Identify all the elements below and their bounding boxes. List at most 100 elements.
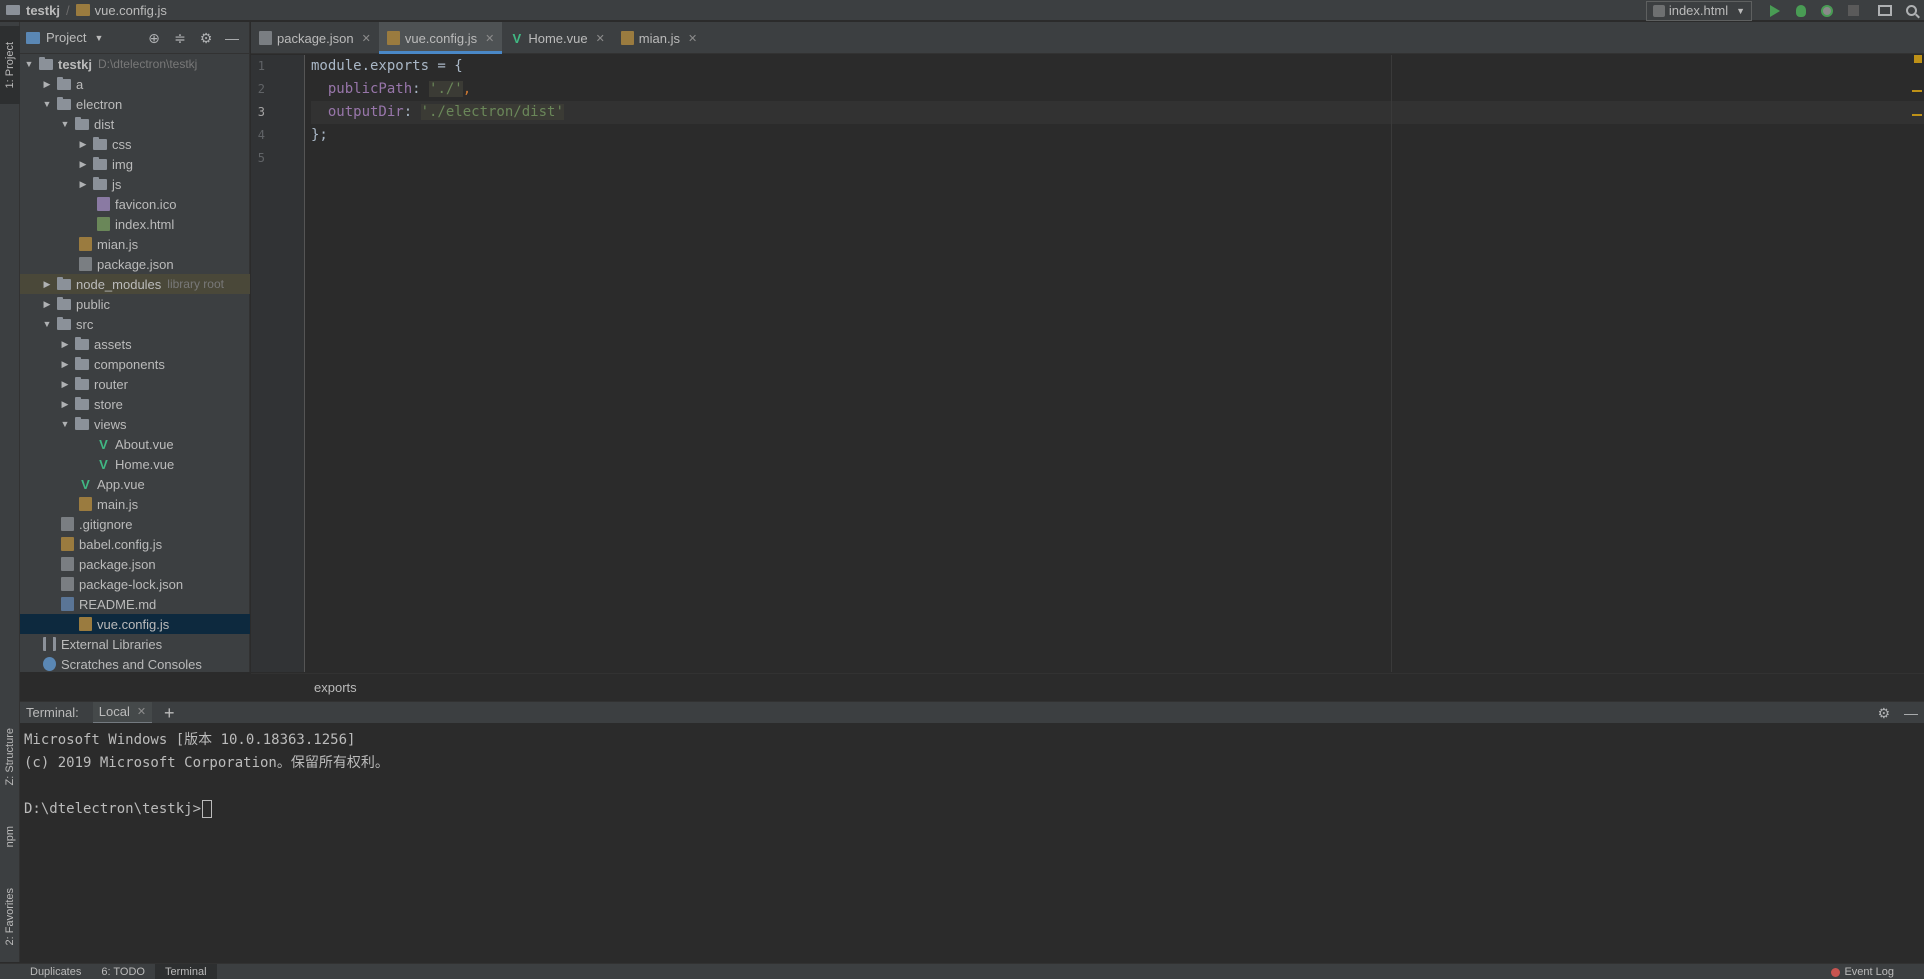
tree-item-electron-package-json[interactable]: package.json xyxy=(20,254,250,274)
close-icon[interactable]: ✕ xyxy=(596,32,605,45)
tree-item-store[interactable]: ▶ store xyxy=(20,394,250,414)
project-view-select[interactable]: Project xyxy=(46,30,86,45)
terminal-line: Microsoft Windows [版本 10.0.18363.1256] xyxy=(24,732,356,748)
tree-item-label: js xyxy=(112,176,122,192)
close-icon[interactable]: ✕ xyxy=(688,32,697,45)
tree-item-home-vue[interactable]: V Home.vue xyxy=(20,454,250,474)
tree-item-components[interactable]: ▶ components xyxy=(20,354,250,374)
tab-mian-js[interactable]: mian.js ✕ xyxy=(613,22,705,54)
minimize-icon[interactable]: — xyxy=(1904,705,1918,721)
tab-package-json[interactable]: package.json ✕ xyxy=(251,22,379,54)
folder-icon xyxy=(75,396,89,410)
tree-item-css[interactable]: ▶ css xyxy=(20,134,250,154)
structure-tool-tab[interactable]: Z: Structure xyxy=(0,712,20,802)
tab-todo[interactable]: 6: TODO xyxy=(91,964,155,979)
code-string: './' xyxy=(429,81,463,97)
expand-arrow-icon[interactable]: ▼ xyxy=(22,59,36,69)
run-configuration-select[interactable]: index.html ▼ xyxy=(1645,0,1752,21)
expand-arrow-icon[interactable]: ▼ xyxy=(40,99,54,109)
tree-item-main-js[interactable]: main.js xyxy=(20,494,250,514)
coverage-button[interactable] xyxy=(1814,0,1840,21)
collapsed-arrow-icon[interactable]: ▶ xyxy=(58,379,72,390)
tab-home-vue[interactable]: V Home.vue ✕ xyxy=(502,22,612,54)
locate-icon[interactable]: ⊕ xyxy=(141,22,167,54)
expand-arrow-icon[interactable]: ▼ xyxy=(58,419,72,429)
npm-tool-tab[interactable]: npm xyxy=(0,812,20,862)
tree-item-readme[interactable]: README.md xyxy=(20,594,250,614)
terminal-tab-label: Local xyxy=(98,704,130,719)
tree-item-app-vue[interactable]: V App.vue xyxy=(20,474,250,494)
layout-button[interactable] xyxy=(1872,0,1898,21)
tree-item-electron[interactable]: ▼ electron xyxy=(20,94,250,114)
terminal-tab-local[interactable]: Local ✕ xyxy=(92,701,153,724)
tree-item-views[interactable]: ▼ views xyxy=(20,414,250,434)
tab-duplicates[interactable]: Duplicates xyxy=(20,964,91,979)
search-everywhere-button[interactable] xyxy=(1898,0,1924,21)
tree-item-label: components xyxy=(94,356,165,372)
tree-item-label: views xyxy=(94,416,127,432)
collapsed-arrow-icon[interactable]: ▶ xyxy=(40,279,54,290)
collapsed-arrow-icon[interactable]: ▶ xyxy=(76,159,90,170)
tree-item-index-html[interactable]: index.html xyxy=(20,214,250,234)
tree-item-node-modules[interactable]: ▶ node_modules library root xyxy=(20,274,250,294)
expand-arrow-icon[interactable]: ▼ xyxy=(40,319,54,329)
expand-arrow-icon[interactable]: ▼ xyxy=(58,119,72,129)
warning-marker[interactable] xyxy=(1912,114,1922,116)
tree-root[interactable]: ▼ testkj D:\dtelectron\testkj xyxy=(20,54,250,74)
tree-item-src[interactable]: ▼ src xyxy=(20,314,250,334)
breadcrumb-file[interactable]: vue.config.js xyxy=(95,3,167,18)
minimize-icon[interactable]: — xyxy=(219,22,245,54)
tree-item-mian-js[interactable]: mian.js xyxy=(20,234,250,254)
tab-terminal[interactable]: Terminal xyxy=(154,964,217,979)
collapsed-arrow-icon[interactable]: ▶ xyxy=(58,339,72,350)
tab-vue-config-js[interactable]: vue.config.js ✕ xyxy=(378,22,503,54)
tree-item-public[interactable]: ▶ public xyxy=(20,294,250,314)
editor-breadcrumb[interactable]: exports xyxy=(314,680,357,695)
tree-item-about-vue[interactable]: V About.vue xyxy=(20,434,250,454)
collapsed-arrow-icon[interactable]: ▶ xyxy=(40,299,54,310)
tree-item-a[interactable]: ▶ a xyxy=(20,74,250,94)
tree-item-favicon[interactable]: favicon.ico xyxy=(20,194,250,214)
code-editor[interactable]: 1 2 3 4 5 module.exports = { publicPath:… xyxy=(251,55,1924,672)
tree-item-vue-config[interactable]: vue.config.js xyxy=(20,614,250,634)
event-log-button[interactable]: Event Log xyxy=(1831,966,1894,978)
gear-icon[interactable]: ⚙ xyxy=(1877,705,1890,722)
tree-item-dist[interactable]: ▼ dist xyxy=(20,114,250,134)
favorites-tool-tab[interactable]: 2: Favorites xyxy=(0,872,20,962)
run-button[interactable] xyxy=(1762,0,1788,21)
terminal-output[interactable]: Microsoft Windows [版本 10.0.18363.1256] (… xyxy=(20,723,1924,963)
tree-item-package-lock[interactable]: package-lock.json xyxy=(20,574,250,594)
tree-item-package-json[interactable]: package.json xyxy=(20,554,250,574)
chevron-down-icon[interactable]: ▼ xyxy=(94,33,103,43)
collapsed-arrow-icon[interactable]: ▶ xyxy=(76,139,90,150)
tree-item-img[interactable]: ▶ img xyxy=(20,154,250,174)
tree-item-gitignore[interactable]: .gitignore xyxy=(20,514,250,534)
collapsed-arrow-icon[interactable]: ▶ xyxy=(58,359,72,370)
close-icon[interactable]: ✕ xyxy=(362,32,371,45)
collapsed-arrow-icon[interactable]: ▶ xyxy=(58,399,72,410)
add-terminal-icon[interactable]: + xyxy=(164,704,175,722)
warning-marker[interactable] xyxy=(1914,55,1922,63)
tree-item-scratches[interactable]: Scratches and Consoles xyxy=(20,654,250,674)
error-stripe[interactable] xyxy=(1910,55,1924,672)
stop-button[interactable] xyxy=(1840,0,1866,21)
code-line-2: publicPath: './', xyxy=(311,78,1924,101)
close-icon[interactable]: ✕ xyxy=(485,32,494,45)
debug-button[interactable] xyxy=(1788,0,1814,21)
tree-item-external-libraries[interactable]: External Libraries xyxy=(20,634,250,654)
breadcrumb-project[interactable]: testkj xyxy=(26,3,60,18)
json-file-icon xyxy=(61,577,74,591)
tree-item-babel-config[interactable]: babel.config.js xyxy=(20,534,250,554)
warning-marker[interactable] xyxy=(1912,90,1922,92)
tree-item-js[interactable]: ▶ js xyxy=(20,174,250,194)
project-tool-tab[interactable]: 1: Project xyxy=(0,26,20,104)
collapse-all-icon[interactable]: ≑ xyxy=(167,22,193,54)
code-line-1: module.exports = { xyxy=(311,55,1924,78)
gear-icon[interactable]: ⚙ xyxy=(193,22,219,54)
tree-item-router[interactable]: ▶ router xyxy=(20,374,250,394)
tree-item-assets[interactable]: ▶ assets xyxy=(20,334,250,354)
collapsed-arrow-icon[interactable]: ▶ xyxy=(40,79,54,90)
terminal-cursor[interactable] xyxy=(202,800,213,818)
collapsed-arrow-icon[interactable]: ▶ xyxy=(76,179,90,190)
close-icon[interactable]: ✕ xyxy=(137,705,146,718)
